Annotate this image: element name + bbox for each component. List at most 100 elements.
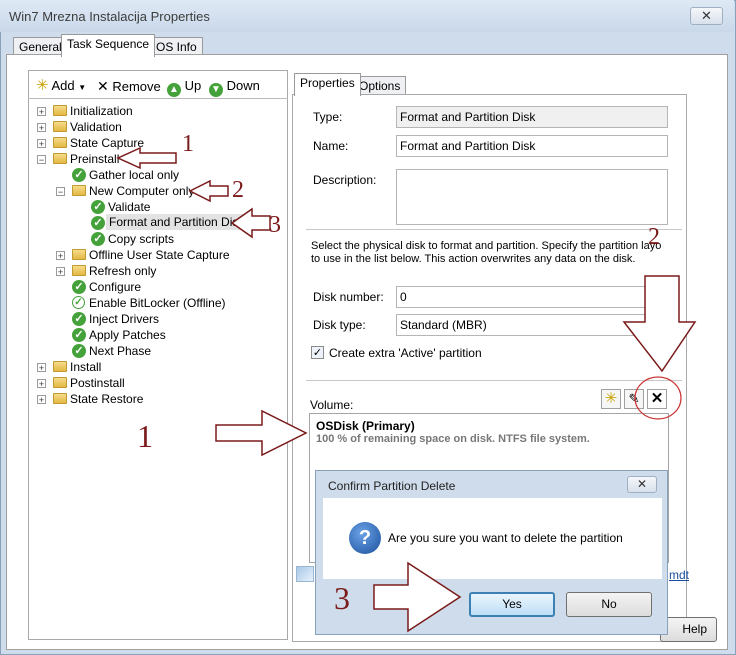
check-icon: ✓ bbox=[72, 312, 86, 326]
check-icon: ✓ bbox=[91, 200, 105, 214]
volume-item-description: 100 % of remaining space on disk. NTFS f… bbox=[316, 433, 590, 445]
help-button[interactable]: Help bbox=[660, 617, 717, 642]
dialog-close-button[interactable]: ✕ bbox=[627, 476, 657, 493]
collapse-icon[interactable]: − bbox=[37, 155, 46, 165]
expand-icon[interactable]: + bbox=[56, 251, 65, 261]
description-label: Description: bbox=[313, 173, 377, 187]
folder-icon bbox=[53, 377, 67, 388]
tree-item-validate[interactable]: Validate bbox=[108, 199, 150, 215]
folder-icon bbox=[53, 361, 67, 372]
extra-active-checkbox[interactable]: ✓ bbox=[311, 346, 324, 359]
tab-options[interactable]: Options bbox=[353, 76, 407, 96]
expand-icon[interactable]: + bbox=[37, 123, 46, 133]
disk-type-select[interactable]: Standard (MBR) ▼ bbox=[396, 314, 668, 336]
tree-item-offline-user-state-capture[interactable]: Offline User State Capture bbox=[89, 247, 230, 263]
tab-properties[interactable]: Properties bbox=[294, 73, 361, 96]
down-arrow-icon: ▼ bbox=[209, 83, 223, 97]
down-button[interactable]: ▼ Down bbox=[209, 76, 260, 97]
annotation-number-3-tree: 3 bbox=[269, 212, 281, 238]
tree-item-apply-patches[interactable]: Apply Patches bbox=[89, 327, 166, 343]
delete-partition-x-icon[interactable]: ✕ bbox=[647, 389, 667, 409]
task-sequence-tree-panel bbox=[28, 70, 288, 640]
annotation-number-1-tree: 1 bbox=[182, 131, 194, 157]
tree-item-preinstall[interactable]: Preinstall bbox=[70, 151, 119, 167]
folder-icon bbox=[72, 265, 86, 276]
tree-item-format-partition-disk[interactable]: Format and Partition Disk bbox=[106, 214, 248, 230]
expand-icon[interactable]: + bbox=[37, 107, 46, 117]
check-icon: ✓ bbox=[91, 216, 105, 230]
remove-x-icon: ✕ bbox=[97, 78, 109, 94]
tree-item-refresh-only[interactable]: Refresh only bbox=[89, 263, 156, 279]
folder-open-icon bbox=[53, 153, 67, 164]
dialog-title: Confirm Partition Delete bbox=[328, 479, 456, 493]
add-button[interactable]: ✳ Add ▼ bbox=[36, 76, 86, 96]
mdt-link[interactable]: mdt bbox=[669, 568, 689, 582]
tree-item-enable-bitlocker[interactable]: Enable BitLocker (Offline) bbox=[89, 295, 226, 311]
type-label: Type: bbox=[313, 110, 343, 124]
expand-icon[interactable]: + bbox=[37, 379, 46, 389]
description-field[interactable] bbox=[396, 169, 668, 225]
window-close-button[interactable]: ✕ bbox=[690, 7, 723, 25]
new-partition-star-icon[interactable]: ✳ bbox=[601, 389, 621, 409]
info-banner-icon bbox=[296, 566, 314, 582]
check-icon: ✓ bbox=[72, 328, 86, 342]
remove-button[interactable]: ✕ Remove bbox=[97, 76, 161, 96]
tree-item-gather-local-only[interactable]: Gather local only bbox=[89, 167, 179, 183]
annotation-number-1-volume: 1 bbox=[137, 418, 153, 454]
up-button[interactable]: ▲ Up bbox=[167, 76, 201, 97]
name-label: Name: bbox=[313, 139, 349, 153]
tree-item-install[interactable]: Install bbox=[70, 359, 101, 375]
check-icon: ✓ bbox=[91, 232, 105, 246]
tree-item-initialization[interactable]: Initialization bbox=[70, 103, 133, 119]
folder-icon bbox=[53, 393, 67, 404]
annotation-number-2-panel: 2 bbox=[648, 224, 660, 250]
partition-properties-icon[interactable]: ✎ bbox=[624, 389, 644, 409]
extra-active-label: Create extra 'Active' partition bbox=[329, 346, 482, 360]
name-field[interactable]: Format and Partition Disk bbox=[396, 135, 668, 157]
tree-item-new-computer-only[interactable]: New Computer only bbox=[89, 183, 194, 199]
check-outline-icon: ✓ bbox=[72, 296, 85, 309]
tree-item-postinstall[interactable]: Postinstall bbox=[70, 375, 125, 391]
type-field: Format and Partition Disk bbox=[396, 106, 668, 128]
check-icon: ✓ bbox=[72, 280, 86, 294]
tree-item-validation[interactable]: Validation bbox=[70, 119, 122, 135]
confirm-partition-delete-dialog: Confirm Partition Delete ✕ ? Are you sur… bbox=[315, 470, 668, 635]
check-icon: ✓ bbox=[72, 168, 86, 182]
tab-task-sequence[interactable]: Task Sequence bbox=[61, 34, 156, 57]
annotation-number-3-dialog: 3 bbox=[334, 580, 350, 616]
tree-item-state-restore[interactable]: State Restore bbox=[70, 391, 143, 407]
chevron-down-icon: ▼ bbox=[78, 83, 87, 92]
collapse-icon[interactable]: − bbox=[56, 187, 65, 197]
tree-item-next-phase[interactable]: Next Phase bbox=[89, 343, 151, 359]
disk-type-label: Disk type: bbox=[313, 318, 366, 332]
expand-icon[interactable]: + bbox=[56, 267, 65, 277]
disk-number-label: Disk number: bbox=[313, 290, 384, 304]
chevron-down-icon: ▼ bbox=[654, 320, 663, 330]
expand-icon[interactable]: + bbox=[37, 139, 46, 149]
up-arrow-icon: ▲ bbox=[167, 83, 181, 97]
dialog-message: Are you sure you want to delete the part… bbox=[388, 531, 623, 545]
spin-up-icon[interactable]: ▲ bbox=[652, 288, 666, 297]
tree-item-state-capture[interactable]: State Capture bbox=[70, 135, 144, 151]
dialog-message-area: ? Are you sure you want to delete the pa… bbox=[323, 498, 662, 579]
folder-icon bbox=[53, 105, 67, 116]
folder-icon bbox=[72, 249, 86, 260]
folder-icon bbox=[53, 137, 67, 148]
annotation-number-2-tree: 2 bbox=[232, 177, 244, 203]
expand-icon[interactable]: + bbox=[37, 395, 46, 405]
tree-item-inject-drivers[interactable]: Inject Drivers bbox=[89, 311, 159, 327]
expand-icon[interactable]: + bbox=[37, 363, 46, 373]
spin-down-icon[interactable]: ▼ bbox=[652, 297, 666, 306]
volume-item-name[interactable]: OSDisk (Primary) bbox=[316, 419, 415, 433]
tree-item-copy-scripts[interactable]: Copy scripts bbox=[108, 231, 174, 247]
question-icon: ? bbox=[349, 522, 381, 554]
window-title: Win7 Mrezna Instalacija Properties bbox=[9, 9, 210, 24]
no-button[interactable]: No bbox=[566, 592, 652, 617]
window-titlebar[interactable]: Win7 Mrezna Instalacija Properties ✕ bbox=[0, 0, 734, 32]
disk-number-stepper[interactable]: 0 ▲ ▼ bbox=[396, 286, 668, 308]
tree-item-configure[interactable]: Configure bbox=[89, 279, 141, 295]
yes-button[interactable]: Yes bbox=[469, 592, 555, 617]
divider bbox=[306, 380, 682, 381]
divider bbox=[306, 229, 682, 230]
folder-open-icon bbox=[72, 185, 86, 196]
